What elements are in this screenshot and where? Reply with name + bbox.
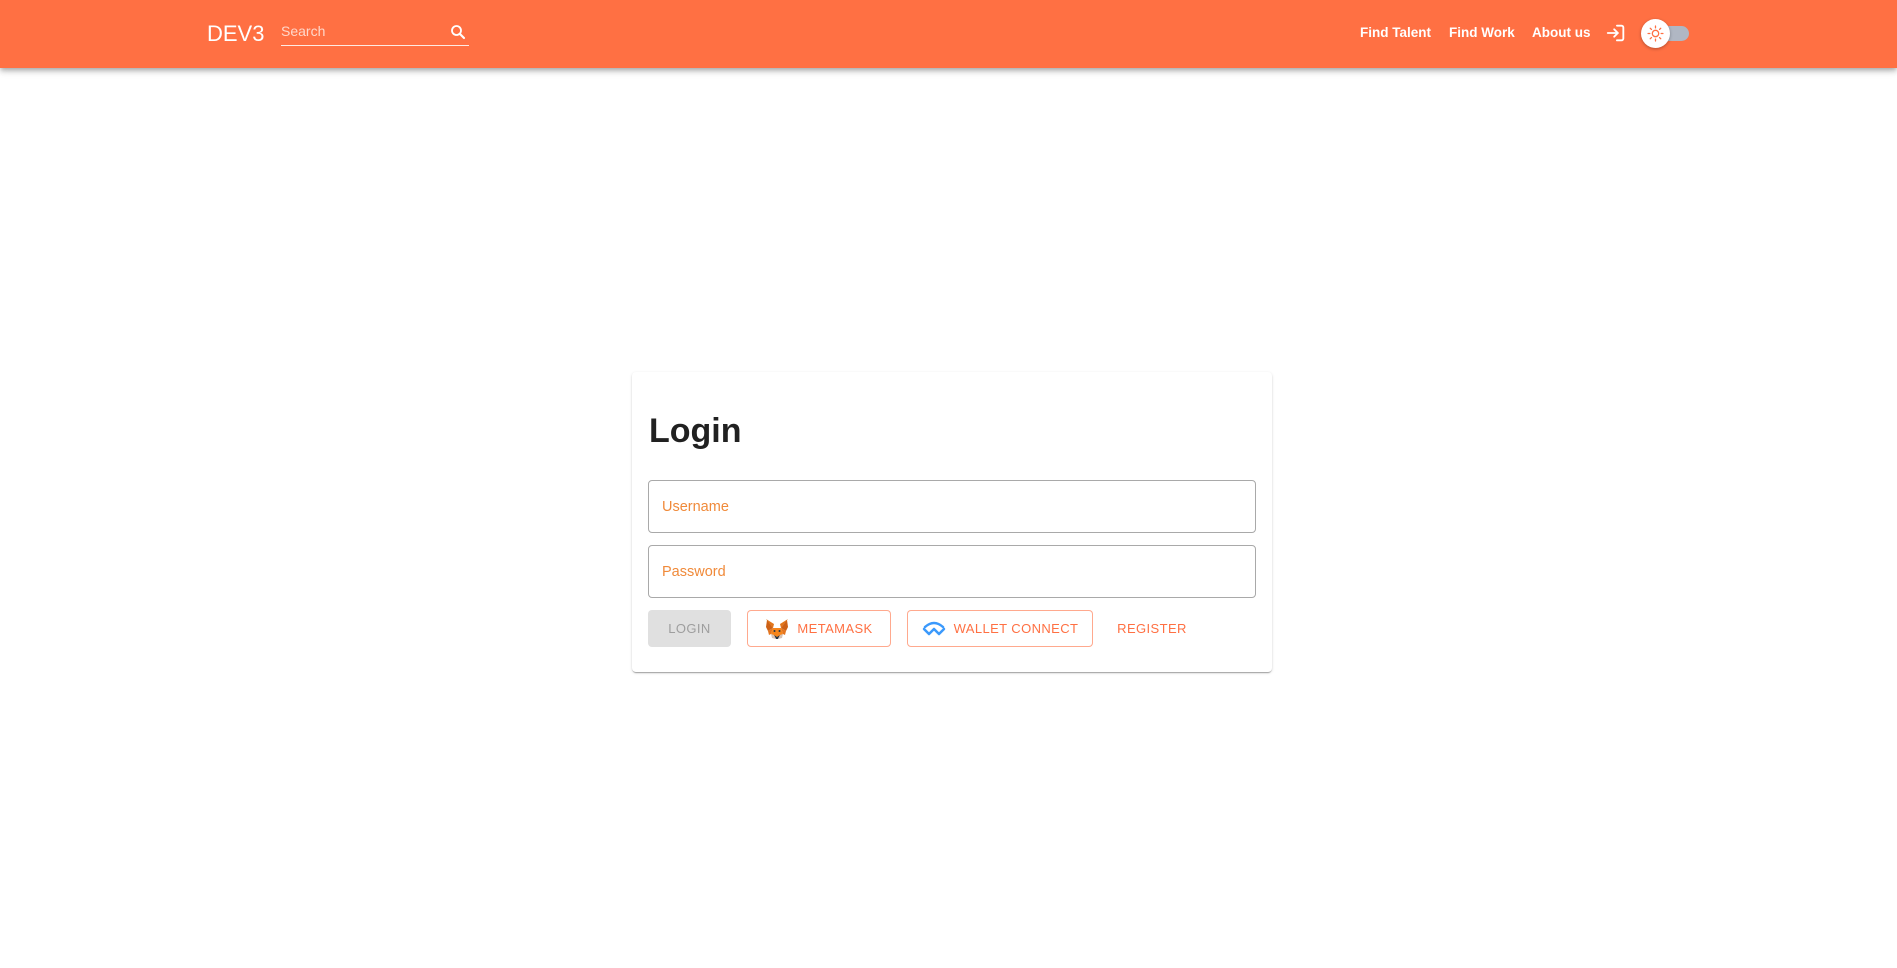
login-icon[interactable]: [1605, 22, 1627, 44]
nav-find-talent[interactable]: Find Talent: [1360, 25, 1431, 41]
walletconnect-icon: [922, 621, 946, 637]
search-box: [281, 18, 469, 46]
login-title: Login: [649, 412, 742, 450]
site-logo[interactable]: DEV3: [207, 20, 264, 47]
app-bar: DEV3 Find Talent Find Work About us: [0, 0, 1897, 68]
password-field: [648, 545, 1256, 598]
metamask-label: METAMASK: [797, 621, 873, 636]
metamask-button[interactable]: METAMASK: [747, 610, 891, 647]
password-input[interactable]: [662, 546, 1242, 597]
search-icon[interactable]: [449, 23, 467, 41]
login-card: Login LOGIN METAMASK: [632, 372, 1272, 672]
username-field: [648, 480, 1256, 533]
login-button[interactable]: LOGIN: [648, 610, 731, 647]
walletconnect-label: WALLET CONNECT: [953, 621, 1079, 636]
register-button[interactable]: REGISTER: [1109, 610, 1195, 647]
walletconnect-button[interactable]: WALLET CONNECT: [907, 610, 1093, 647]
toggle-thumb: [1641, 19, 1670, 48]
username-input[interactable]: [662, 481, 1242, 532]
search-input[interactable]: [281, 18, 441, 44]
nav-find-work[interactable]: Find Work: [1449, 25, 1515, 41]
metamask-fox-icon: [765, 618, 789, 640]
nav-about-us[interactable]: About us: [1532, 25, 1591, 41]
theme-toggle[interactable]: [1639, 17, 1691, 50]
